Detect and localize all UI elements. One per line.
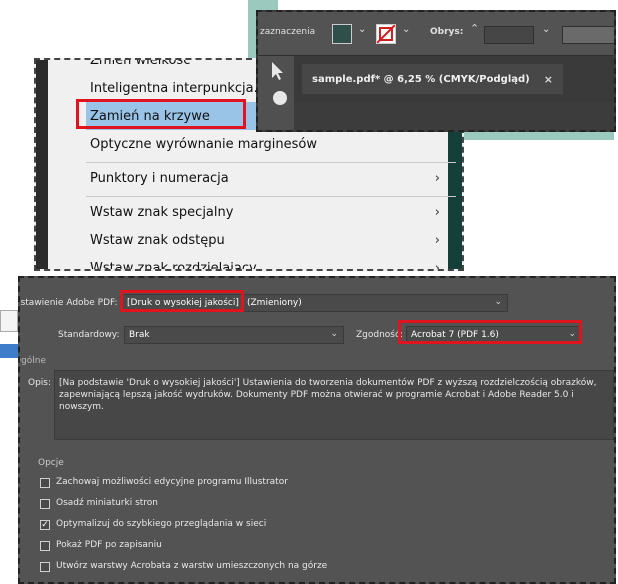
description-label: Opis: <box>28 378 52 388</box>
stroke-weight-input[interactable] <box>484 26 534 44</box>
option-label: Osadź miniaturki stron <box>56 498 159 508</box>
chevron-down-icon[interactable]: ⌄ <box>402 24 410 35</box>
background-band-right <box>464 132 614 140</box>
standard-value: Brak <box>129 330 150 340</box>
stepper-icon[interactable]: ⌃ <box>470 22 479 35</box>
compat-label: Zgodność: <box>356 330 403 340</box>
document-tab[interactable]: sample.pdf* @ 6,25 % (CMYK/Podgląd) × <box>302 64 563 94</box>
highlight-preset <box>120 290 244 312</box>
selection-tool-icon[interactable] <box>258 56 294 116</box>
menu-item-insert-break[interactable]: Wstaw znak rozdzielający › <box>86 254 456 271</box>
option-optimize-web-checkbox[interactable]: ✓ <box>40 520 50 530</box>
menu-item-label: Wstaw znak specjalny <box>90 204 234 220</box>
selection-label: zaznaczenia <box>260 27 316 37</box>
option-view-after-save-checkbox[interactable] <box>40 541 50 551</box>
menu-separator <box>86 162 456 163</box>
close-icon[interactable]: × <box>544 73 553 86</box>
tools-panel <box>258 56 294 130</box>
stroke-style-field[interactable] <box>562 26 614 44</box>
option-embed-thumbnails-checkbox[interactable] <box>40 499 50 509</box>
general-heading: Ogólne <box>20 356 47 366</box>
description-text: [Na podstawie 'Druk o wysokiej jakości']… <box>59 378 597 412</box>
highlight-create-outlines <box>76 99 246 129</box>
option-acrobat-layers-checkbox[interactable] <box>40 562 50 572</box>
submenu-arrow-icon: › <box>434 232 440 248</box>
highlight-compatibility <box>398 320 582 344</box>
menu-item-label: Wstaw znak rozdzielający <box>90 260 257 271</box>
option-label: Utwórz warstwy Acrobata z warstw umieszc… <box>56 561 328 571</box>
control-bar: zaznaczenia ⌄ ⌄ Obrys: ⌃ ⌄ <box>258 12 614 56</box>
illustrator-window: zaznaczenia ⌄ ⌄ Obrys: ⌃ ⌄ sample.pdf* @… <box>256 10 616 132</box>
menu-item-label: Optyczne wyrównanie marginesów <box>90 136 317 152</box>
none-slash-icon <box>376 24 396 44</box>
submenu-arrow-icon: › <box>434 170 440 186</box>
menu-item-optical-margin[interactable]: Optyczne wyrównanie marginesów <box>86 130 456 158</box>
preset-suffix: (Zmieniony) <box>247 298 302 308</box>
option-label: Zachowaj możliwości edycyjne programu Il… <box>56 477 288 487</box>
menu-item-bullets-numbering[interactable]: Punktory i numeracja › <box>86 164 456 192</box>
chevron-down-icon: ⌄ <box>494 297 502 307</box>
menu-left-strip <box>36 60 48 269</box>
menu-item-label: Inteligentna interpunkcja... <box>90 80 266 96</box>
chevron-down-icon[interactable]: ⌄ <box>358 24 366 35</box>
document-tab-title: sample.pdf* @ 6,25 % (CMYK/Podgląd) <box>312 73 530 85</box>
submenu-arrow-icon: › <box>434 204 440 220</box>
chevron-down-icon[interactable]: ⌄ <box>542 24 550 35</box>
background-selection <box>0 344 18 358</box>
stroke-none-swatch[interactable] <box>376 24 396 44</box>
options-heading: Opcje <box>38 458 64 468</box>
menu-item-label: Wstaw znak odstępu <box>90 232 225 248</box>
description-box: [Na podstawie 'Druk o wysokiej jakości']… <box>54 370 614 440</box>
chevron-down-icon: ⌄ <box>330 329 338 339</box>
menu-item-label: Punktory i numeracja <box>90 170 229 186</box>
fill-swatch[interactable] <box>332 24 352 44</box>
submenu-arrow-icon: › <box>434 260 440 271</box>
preset-label: Ustawienie Adobe PDF: <box>18 298 118 308</box>
menu-item-label: Zmień wielkość <box>90 58 191 68</box>
standard-label: Standardowy: <box>58 330 120 340</box>
background-field <box>0 310 18 332</box>
menu-separator <box>86 196 456 197</box>
option-label: Pokaż PDF po zapisaniu <box>56 540 162 550</box>
standard-select[interactable]: Brak ⌄ <box>124 326 344 344</box>
option-label: Optymalizuj do szybkiego przeglądania w … <box>56 519 267 529</box>
menu-item-insert-whitespace[interactable]: Wstaw znak odstępu › <box>86 226 456 254</box>
menu-item-insert-special-char[interactable]: Wstaw znak specjalny › <box>86 198 456 226</box>
option-preserve-editing-checkbox[interactable] <box>40 478 50 488</box>
stroke-label: Obrys: <box>430 27 464 37</box>
